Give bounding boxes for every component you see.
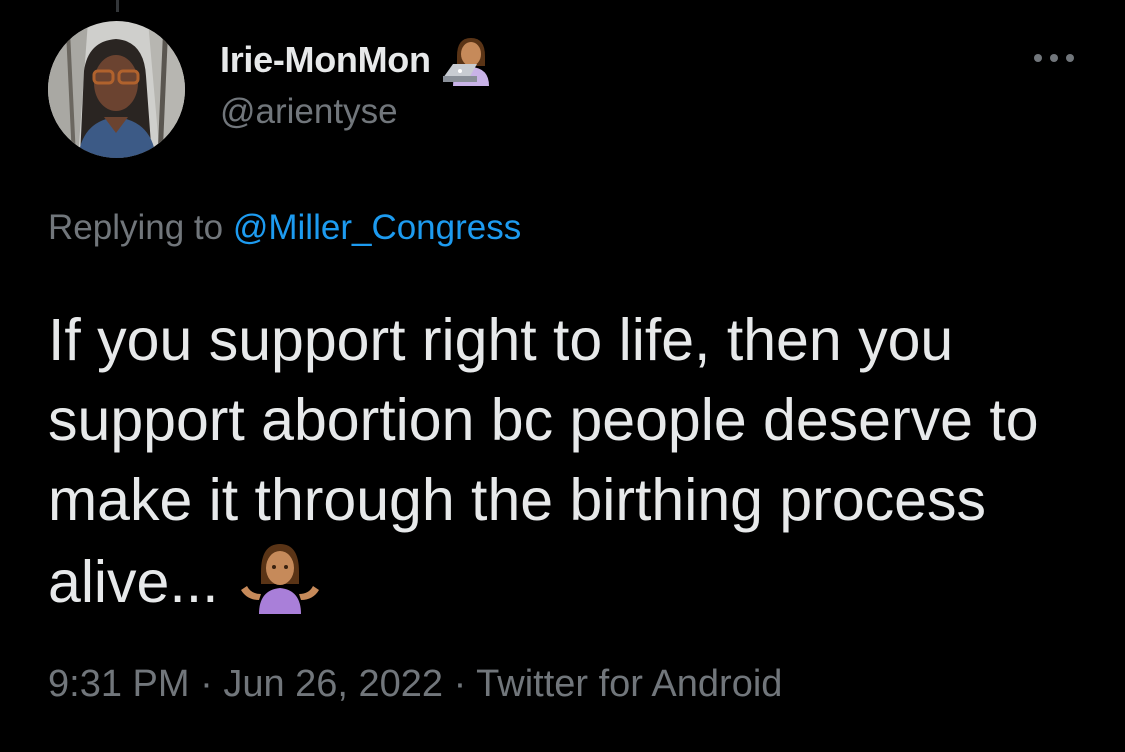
thread-connector-line (116, 0, 119, 12)
replying-to-line: Replying to @Miller_Congress (48, 208, 521, 248)
ellipsis-icon (1034, 54, 1074, 62)
tweet-body: If you support right to life, then you s… (48, 300, 1088, 622)
separator-dot: · (453, 663, 467, 705)
tweet-source-link[interactable]: Twitter for Android (476, 663, 782, 705)
tweet-text: If you support right to life, then you s… (48, 307, 1039, 615)
tweet-metadata: 9:31 PM · Jun 26, 2022 · Twitter for And… (48, 663, 782, 706)
author-handle[interactable]: @arientyse (220, 92, 398, 132)
author-name-row[interactable]: Irie-MonMon (220, 34, 497, 86)
replying-to-label: Replying to (48, 208, 224, 247)
separator-dot: · (200, 663, 213, 705)
more-options-button[interactable] (1024, 40, 1084, 76)
woman-technologist-emoji (442, 38, 489, 86)
tweet-time[interactable]: 9:31 PM (48, 663, 190, 705)
replying-to-mention-link[interactable]: @Miller_Congress (233, 208, 521, 247)
avatar-photo (48, 21, 185, 158)
tweet-date[interactable]: Jun 26, 2022 (223, 663, 443, 705)
avatar[interactable] (48, 21, 185, 158)
author-display-name[interactable]: Irie-MonMon (220, 39, 431, 81)
woman-shrugging-emoji (240, 544, 319, 614)
